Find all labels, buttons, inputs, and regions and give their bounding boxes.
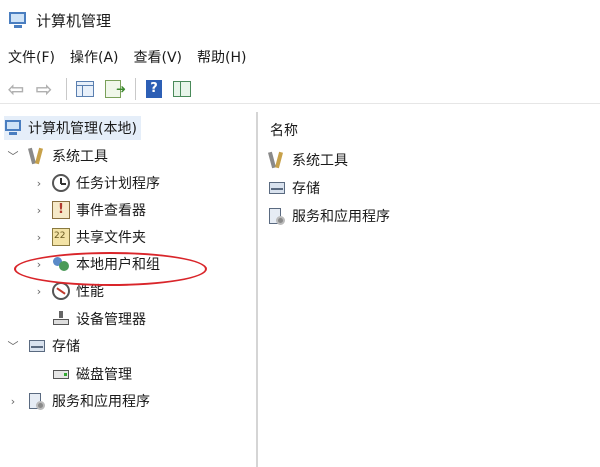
tree-item-label: 事件查看器: [76, 203, 146, 219]
computer-icon: [4, 119, 22, 137]
chevron-right-icon[interactable]: ›: [32, 258, 46, 271]
chevron-right-icon[interactable]: ›: [32, 204, 46, 217]
tree-item-task-scheduler[interactable]: › 任务计划程序: [32, 171, 160, 195]
list-item[interactable]: 服务和应用程序: [268, 204, 390, 228]
export-list-button[interactable]: [101, 77, 126, 101]
export-list-icon: [105, 79, 126, 98]
performance-icon: [52, 282, 70, 300]
chevron-right-icon[interactable]: ›: [32, 177, 46, 190]
tree-item-services-applications[interactable]: › 服务和应用程序: [6, 389, 150, 413]
console-tree: 计算机管理(本地) ﹀ 系统工具 › 任务计划程序 › 事件查看器 › 共享文件…: [0, 112, 258, 467]
users-icon: [52, 255, 70, 273]
list-item-label: 存储: [292, 181, 320, 197]
chevron-down-icon[interactable]: ﹀: [6, 148, 20, 164]
title-bar: 计算机管理: [0, 0, 600, 40]
clock-icon: [52, 174, 70, 192]
shared-folder-icon: [52, 228, 70, 246]
menu-bar: 文件(F) 操作(A) 查看(V) 帮助(H): [0, 44, 600, 70]
menu-file[interactable]: 文件(F): [8, 47, 55, 67]
tree-item-label: 任务计划程序: [76, 176, 160, 192]
tree-item-local-users-groups[interactable]: › 本地用户和组: [32, 252, 160, 276]
menu-view[interactable]: 查看(V): [134, 47, 183, 67]
help-icon: ?: [146, 79, 162, 98]
toolbar-separator: [66, 77, 67, 100]
back-button[interactable]: ⇦: [4, 77, 28, 101]
help-button[interactable]: ?: [142, 77, 166, 101]
forward-button[interactable]: ⇨: [32, 77, 56, 101]
device-manager-icon: [52, 310, 70, 328]
tree-item-label: 性能: [76, 284, 104, 300]
forward-icon: ⇨: [35, 76, 53, 101]
window-title: 计算机管理: [36, 11, 112, 30]
tree-item-label: 共享文件夹: [76, 230, 146, 246]
results-pane: 名称 系统工具 存储 服务和应用程序: [262, 112, 600, 467]
storage-icon: [268, 179, 286, 197]
menu-help[interactable]: 帮助(H): [197, 47, 246, 67]
column-header-name[interactable]: 名称: [270, 120, 298, 140]
tree-item-computer-management[interactable]: 计算机管理(本地): [4, 116, 141, 140]
storage-icon: [28, 337, 46, 355]
tree-item-label: 计算机管理(本地): [28, 121, 137, 137]
menu-action[interactable]: 操作(A): [70, 47, 119, 67]
tree-item-device-manager[interactable]: 设备管理器: [52, 307, 146, 331]
tree-item-label: 存储: [52, 339, 80, 355]
tree-item-label: 本地用户和组: [76, 257, 160, 273]
chevron-right-icon[interactable]: ›: [32, 231, 46, 244]
list-item-label: 系统工具: [292, 153, 348, 169]
toolbar-separator: [135, 77, 136, 100]
console-tree-icon: [76, 80, 94, 97]
show-hide-action-pane-button[interactable]: [170, 77, 194, 101]
tools-icon: [267, 151, 286, 169]
services-icon: [28, 392, 46, 410]
list-item[interactable]: 系统工具: [267, 148, 348, 172]
tree-item-event-viewer[interactable]: › 事件查看器: [32, 198, 146, 222]
tree-item-performance[interactable]: › 性能: [32, 279, 104, 303]
tools-icon: [27, 147, 46, 165]
chevron-right-icon[interactable]: ›: [6, 395, 20, 408]
show-hide-console-tree-button[interactable]: [73, 77, 97, 101]
tree-item-label: 设备管理器: [76, 312, 146, 328]
toolbar: ⇦ ⇨ ?: [0, 74, 600, 104]
tree-item-system-tools[interactable]: ﹀ 系统工具: [6, 144, 108, 168]
disk-icon: [52, 365, 70, 383]
chevron-down-icon[interactable]: ﹀: [6, 338, 20, 354]
tree-item-disk-management[interactable]: 磁盘管理: [52, 362, 132, 386]
action-pane-icon: [173, 80, 191, 97]
tree-item-shared-folders[interactable]: › 共享文件夹: [32, 225, 146, 249]
chevron-right-icon[interactable]: ›: [32, 285, 46, 298]
tree-item-storage[interactable]: ﹀ 存储: [6, 334, 81, 358]
list-item[interactable]: 存储: [268, 176, 320, 200]
tree-item-label: 系统工具: [52, 149, 108, 165]
tree-item-label: 服务和应用程序: [52, 394, 150, 410]
tree-item-label: 磁盘管理: [76, 367, 132, 383]
computer-management-icon: [8, 10, 28, 30]
back-icon: ⇦: [7, 76, 25, 101]
services-icon: [268, 207, 286, 225]
event-viewer-icon: [52, 201, 70, 219]
list-item-label: 服务和应用程序: [292, 209, 390, 225]
